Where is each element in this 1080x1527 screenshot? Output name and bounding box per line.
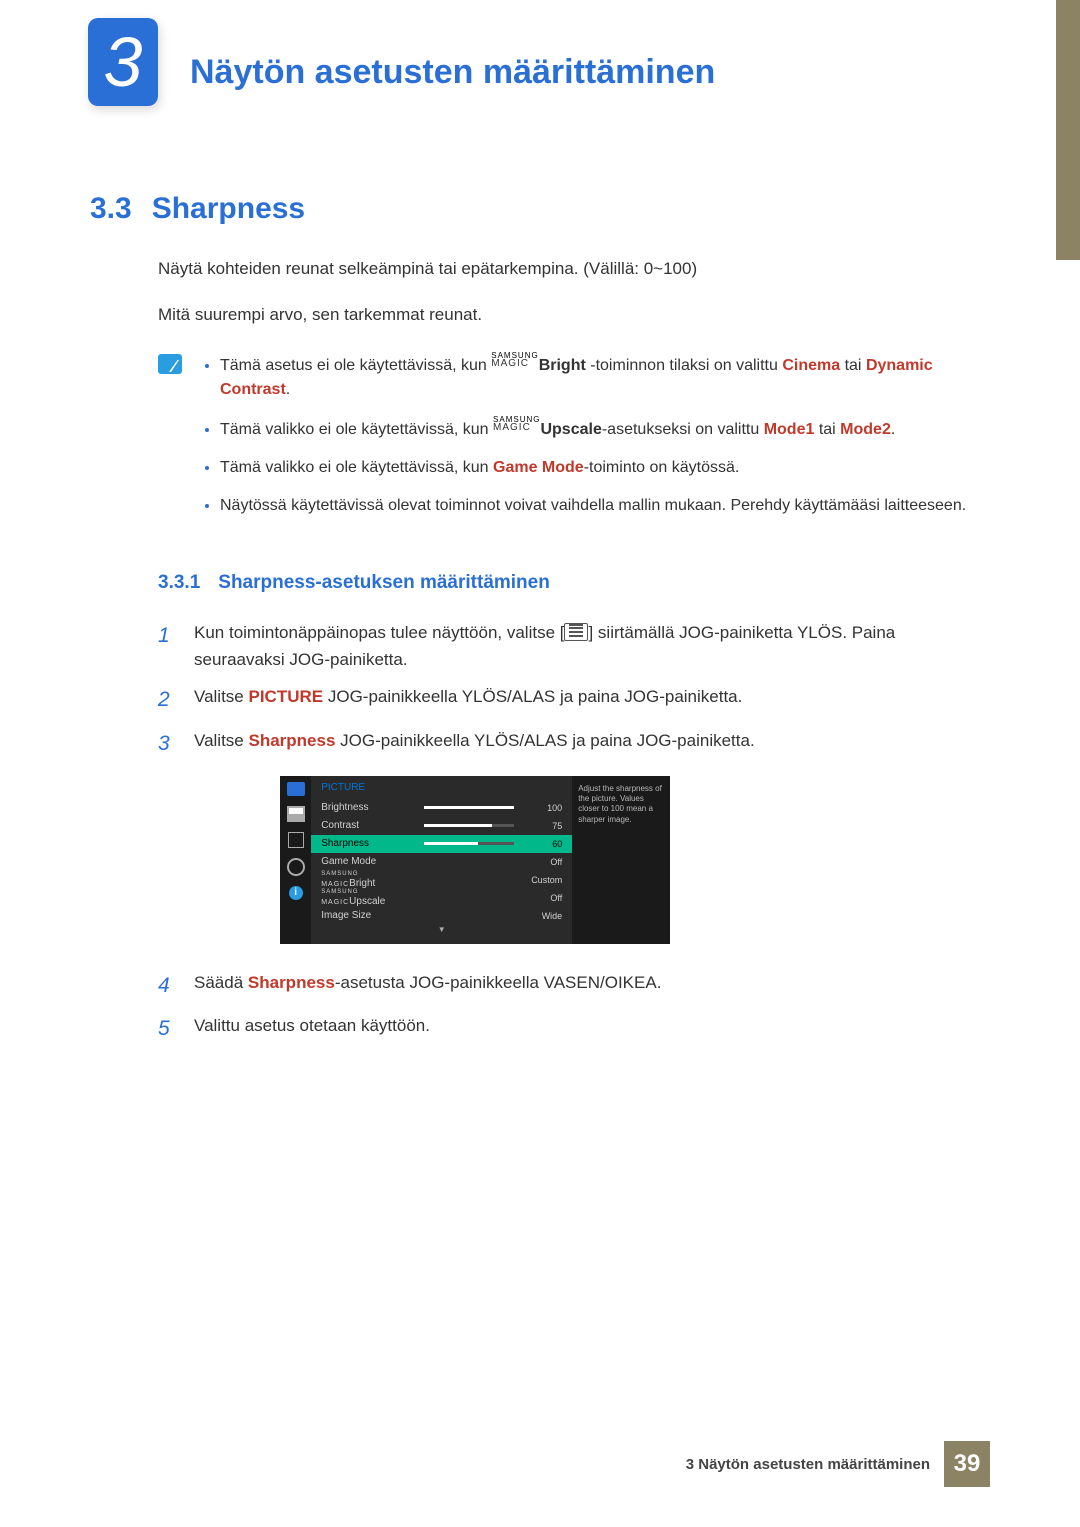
chapter-title: Näytön asetusten määrittäminen <box>190 18 1080 92</box>
subsection-title: Sharpness-asetuksen määrittäminen <box>218 572 550 593</box>
section-heading: 3.3 Sharpness <box>90 192 990 226</box>
note-item: Näytössä käytettävissä olevat toiminnot … <box>220 494 990 518</box>
chevron-down-icon: ▼ <box>321 925 562 934</box>
note-list: Tämä asetus ei ole käytettävissä, kun SA… <box>202 352 990 532</box>
note-icon <box>158 354 182 374</box>
osd-row: Game ModeOff <box>321 853 562 871</box>
step-num: 4 <box>158 969 176 1003</box>
step: 2 Valitse PICTURE JOG-painikkeella YLÖS/… <box>158 683 990 717</box>
subsection-heading: 3.3.1 Sharpness-asetuksen määrittäminen <box>158 572 990 594</box>
menu-icon <box>564 623 588 641</box>
osd-help: Adjust the sharpness of the picture. Val… <box>572 776 670 944</box>
page-number: 39 <box>944 1441 990 1487</box>
osd-row: Contrast75 <box>321 817 562 835</box>
intro-p1: Näytä kohteiden reunat selkeämpinä tai e… <box>158 256 990 282</box>
osd-row: Image SizeWide <box>321 907 562 925</box>
step-num: 3 <box>158 727 176 761</box>
step: 3 Valitse Sharpness JOG-painikkeella YLÖ… <box>158 727 990 761</box>
osd-row: SAMSUNGMAGICUpscaleOff <box>321 889 562 907</box>
note-block: Tämä asetus ei ole käytettävissä, kun SA… <box>158 352 990 532</box>
footer-text: 3 Näytön asetusten määrittäminen <box>686 1456 944 1473</box>
osd-row: Brightness100 <box>321 799 562 817</box>
subsection-num: 3.3.1 <box>158 572 200 593</box>
gear-icon <box>287 858 305 876</box>
page-footer: 3 Näytön asetusten määrittäminen 39 <box>686 1441 990 1487</box>
picture-icon <box>287 806 305 822</box>
step: 4 Säädä Sharpness-asetusta JOG-painikkee… <box>158 969 990 1003</box>
osd-main: PICTURE Brightness100Contrast75Sharpness… <box>311 776 572 944</box>
monitor-icon <box>287 782 305 796</box>
osd-row: Sharpness60 <box>311 835 572 853</box>
info-icon: i <box>289 886 303 900</box>
chapter-tab: 3 <box>88 18 158 106</box>
osd-title: PICTURE <box>321 782 562 793</box>
section-title: Sharpness <box>152 192 305 225</box>
section-num: 3.3 <box>90 192 132 225</box>
arrows-icon <box>288 832 304 848</box>
step-list: 1 Kun toimintonäppäinopas tulee näyttöön… <box>158 619 990 761</box>
osd-row: SAMSUNGMAGICBrightCustom <box>321 871 562 889</box>
step-num: 1 <box>158 619 176 673</box>
osd-sidebar: i <box>280 776 311 944</box>
step-num: 2 <box>158 683 176 717</box>
step-list-cont: 4 Säädä Sharpness-asetusta JOG-painikkee… <box>158 969 990 1046</box>
step: 5 Valittu asetus otetaan käyttöön. <box>158 1012 990 1046</box>
step-num: 5 <box>158 1012 176 1046</box>
note-item: Tämä valikko ei ole käytettävissä, kun S… <box>220 416 990 442</box>
intro-p2: Mitä suurempi arvo, sen tarkemmat reunat… <box>158 302 990 328</box>
chapter-header: 3 Näytön asetusten määrittäminen <box>0 0 1080 92</box>
note-item: Tämä asetus ei ole käytettävissä, kun SA… <box>220 352 990 402</box>
osd-screenshot: i PICTURE Brightness100Contrast75Sharpne… <box>280 776 990 944</box>
note-item: Tämä valikko ei ole käytettävissä, kun G… <box>220 456 990 480</box>
step: 1 Kun toimintonäppäinopas tulee näyttöön… <box>158 619 990 673</box>
